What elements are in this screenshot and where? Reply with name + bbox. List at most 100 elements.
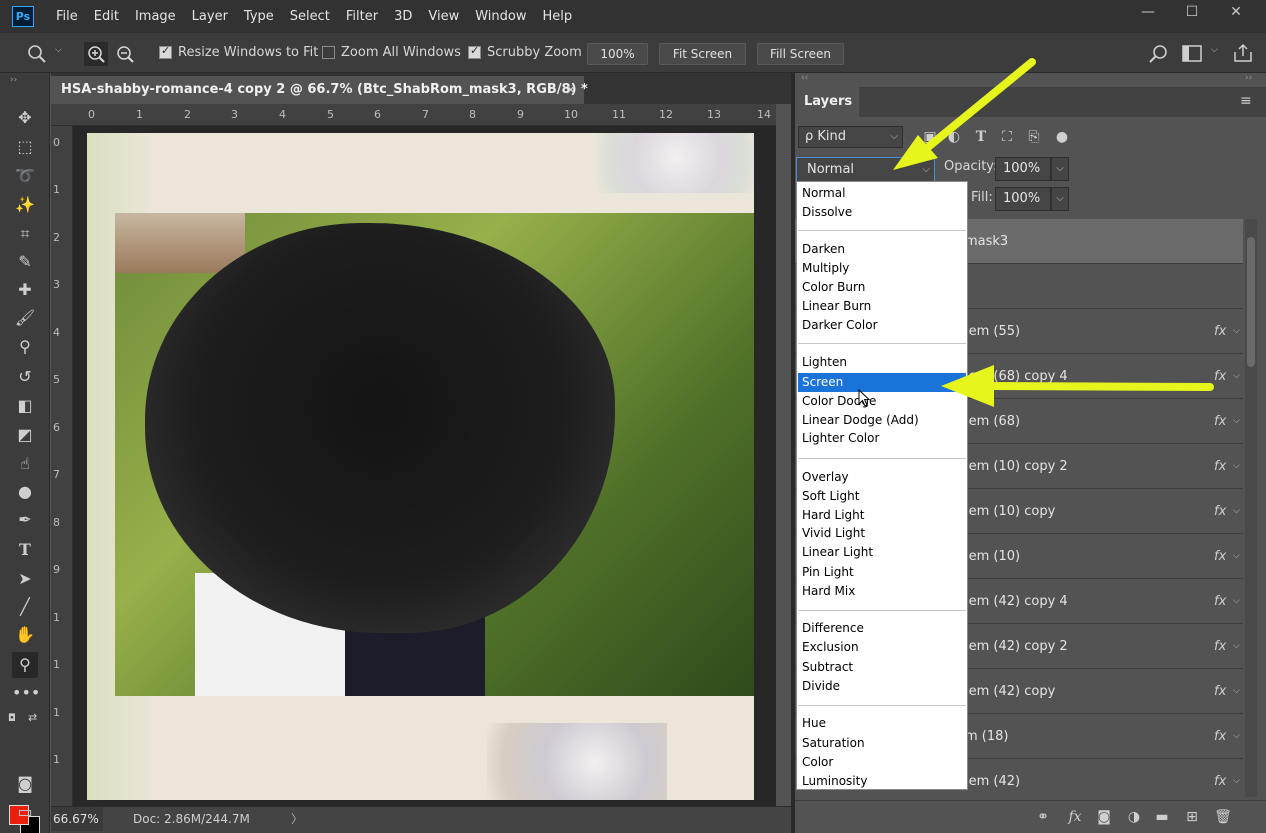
layer-effects-icon[interactable]: fx (1214, 759, 1226, 804)
blend-option-hard-light[interactable]: Hard Light (798, 506, 966, 525)
blend-option-color[interactable]: Color (798, 753, 966, 772)
adjustment-filter-icon[interactable]: ◐ (945, 128, 963, 146)
blend-option-divide[interactable]: Divide (798, 677, 966, 696)
fill-slider-chevron-icon[interactable]: ⌵ (1051, 187, 1069, 211)
menu-file[interactable]: File (48, 0, 86, 33)
zoom-in-icon[interactable] (84, 42, 108, 66)
blend-option-soft-light[interactable]: Soft Light (798, 487, 966, 506)
hand-tool-icon[interactable]: ✋ (12, 622, 38, 648)
fill-screen-button[interactable]: Fill Screen (757, 43, 844, 65)
blend-option-linear-dodge-add[interactable]: Linear Dodge (Add) (798, 411, 966, 430)
eyedropper-tool-icon[interactable]: ✎ (12, 249, 38, 275)
kind-filter-select[interactable]: ρ Kind ⌵ (798, 126, 903, 148)
blend-option-exclusion[interactable]: Exclusion (798, 638, 966, 657)
pen-tool-icon[interactable]: ✒ (12, 507, 38, 533)
zoom-level-field[interactable]: 66.67% (51, 807, 103, 831)
menu-view[interactable]: View (420, 0, 467, 33)
expand-panel-icon[interactable]: ›› (1245, 73, 1252, 83)
menu-image[interactable]: Image (127, 0, 184, 33)
blend-mode-select[interactable]: Normal ⌵ (796, 157, 935, 182)
magic-wand-tool-icon[interactable]: ✨ (12, 192, 38, 218)
document-tab[interactable]: HSA-shabby-romance-4 copy 2 @ 66.7% (Btc… (51, 76, 588, 104)
tab-layers[interactable]: Layers (795, 87, 859, 117)
swap-colors-icon[interactable]: ⇄ (28, 711, 37, 724)
blend-option-darker-color[interactable]: Darker Color (798, 316, 966, 335)
minimize-button[interactable]: — (1126, 0, 1170, 26)
layer-effects-icon[interactable]: fx (1214, 399, 1226, 444)
move-tool-icon[interactable]: ✥ (12, 105, 38, 131)
zoom-100-button[interactable]: 100% (587, 43, 648, 65)
brush-tool-icon[interactable]: 🖌 (12, 305, 38, 331)
search-icon[interactable] (1148, 43, 1170, 65)
pixel-filter-icon[interactable]: ▣ (921, 128, 939, 146)
maximize-button[interactable]: ☐ (1170, 0, 1214, 26)
blend-option-saturation[interactable]: Saturation (798, 734, 966, 753)
scrubby-zoom-checkbox[interactable] (468, 44, 481, 59)
layer-effects-icon[interactable]: fx (1214, 714, 1226, 759)
chevron-down-icon[interactable]: ⌵ (1233, 759, 1240, 804)
fit-screen-button[interactable]: Fit Screen (659, 43, 746, 65)
opacity-input[interactable]: 100% (995, 157, 1051, 181)
collapse-toolbar-icon[interactable]: ›› (10, 75, 17, 85)
menu-3d[interactable]: 3D (386, 0, 420, 33)
layer-effects-icon[interactable]: fx (1214, 444, 1226, 489)
blend-option-lighter-color[interactable]: Lighter Color (798, 429, 966, 448)
chevron-down-icon[interactable]: ⌵ (1233, 714, 1240, 759)
type-filter-icon[interactable]: T (972, 128, 990, 146)
vertical-ruler[interactable]: 0 1 2 3 4 5 6 7 8 9 1 1 1 1 (51, 126, 73, 806)
path-selection-tool-icon[interactable]: ➤ (12, 566, 38, 592)
blend-option-overlay[interactable]: Overlay (798, 468, 966, 487)
healing-brush-tool-icon[interactable]: ✚ (12, 277, 38, 303)
quick-mask-icon[interactable]: ◙ (12, 771, 38, 797)
add-mask-icon[interactable]: ◙ (1094, 807, 1114, 827)
blend-option-normal[interactable]: Normal (798, 184, 966, 203)
fill-input[interactable]: 100% (995, 187, 1051, 211)
close-button[interactable]: ✕ (1214, 0, 1258, 26)
chevron-down-icon[interactable]: ⌵ (1233, 624, 1240, 669)
chevron-down-icon[interactable]: ⌵ (1233, 579, 1240, 624)
blend-option-color-burn[interactable]: Color Burn (798, 278, 966, 297)
shape-filter-icon[interactable]: ⛶ (998, 128, 1016, 146)
blend-option-screen[interactable]: Screen (798, 373, 966, 392)
blend-option-pin-light[interactable]: Pin Light (798, 563, 966, 582)
history-brush-tool-icon[interactable]: ↺ (12, 364, 38, 390)
zoom-out-icon[interactable] (113, 42, 137, 66)
collapse-panel-icon[interactable]: ‹‹ (801, 73, 808, 83)
menu-edit[interactable]: Edit (86, 0, 127, 33)
new-layer-icon[interactable]: ⊞ (1182, 807, 1202, 827)
resize-windows-checkbox[interactable] (159, 44, 172, 59)
layer-effects-icon[interactable]: fx (1214, 534, 1226, 579)
blend-option-lighten[interactable]: Lighten (798, 353, 966, 372)
marquee-tool-icon[interactable]: ⬚ (12, 134, 38, 160)
blend-option-luminosity[interactable]: Luminosity (798, 772, 966, 791)
chevron-down-icon[interactable]: ⌵ (1233, 489, 1240, 534)
blend-option-color-dodge[interactable]: Color Dodge (798, 392, 966, 411)
smudge-tool-icon[interactable]: ☝ (12, 451, 38, 477)
paint-bucket-tool-icon[interactable]: ◩ (12, 422, 38, 448)
close-document-icon[interactable]: × (565, 76, 577, 104)
chevron-down-icon[interactable]: ⌵ (1233, 399, 1240, 444)
menu-help[interactable]: Help (535, 0, 581, 33)
zoom-tool-icon[interactable] (26, 43, 48, 65)
clone-stamp-tool-icon[interactable]: ⚲ (12, 334, 38, 360)
layer-effects-icon[interactable]: fx (1214, 354, 1226, 399)
horizontal-ruler[interactable]: 0 1 2 3 4 5 6 7 8 9 10 11 12 13 14 (51, 104, 776, 126)
blend-option-linear-light[interactable]: Linear Light (798, 543, 966, 562)
menu-type[interactable]: Type (236, 0, 282, 33)
default-colors-icon[interactable]: ◘ (8, 713, 16, 724)
blend-option-hard-mix[interactable]: Hard Mix (798, 582, 966, 601)
menu-filter[interactable]: Filter (338, 0, 386, 33)
chevron-down-icon[interactable]: ⌵ (1233, 669, 1240, 714)
eraser-tool-icon[interactable]: ◧ (12, 393, 38, 419)
line-tool-icon[interactable]: ╱ (12, 594, 38, 620)
zoom-all-windows-checkbox[interactable] (322, 46, 335, 59)
blend-option-multiply[interactable]: Multiply (798, 259, 966, 278)
layer-effects-icon[interactable]: fx (1214, 669, 1226, 714)
add-layer-style-icon[interactable]: fx (1065, 807, 1085, 827)
delete-layer-icon[interactable]: 🗑 (1213, 807, 1233, 827)
crop-tool-icon[interactable]: ⌗ (12, 221, 38, 247)
scrollbar-thumb[interactable] (1247, 237, 1255, 367)
screen-mode-icon[interactable]: ▭ (12, 799, 38, 825)
chevron-down-icon[interactable]: ⌵ (1233, 534, 1240, 579)
blend-option-subtract[interactable]: Subtract (798, 658, 966, 677)
